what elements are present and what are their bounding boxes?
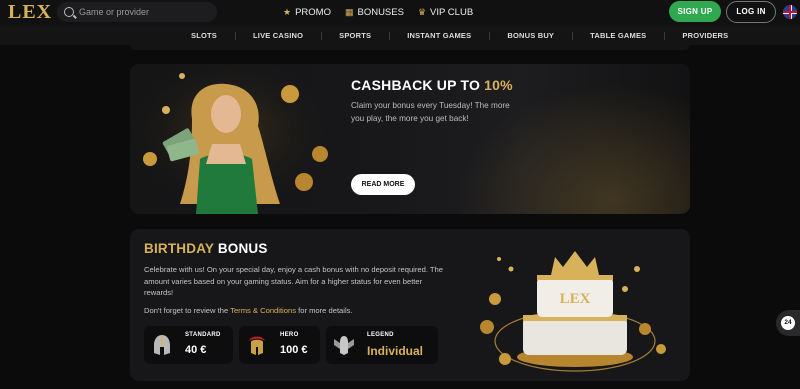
bonuses-label: BONUSES: [357, 6, 404, 18]
search-input[interactable]: Game or provider: [57, 2, 217, 22]
top-bar: LEX Game or provider ★ PROMO ▦ BONUSES ♛…: [0, 0, 800, 27]
cashback-percent: 10%: [484, 77, 513, 93]
birthday-bonus-card: BIRTHDAY BONUS Celebrate with us! On you…: [130, 229, 690, 381]
read-more-button[interactable]: READ MORE: [351, 174, 415, 195]
previous-promo-card: [130, 44, 690, 50]
cake-logo-text: LEX: [560, 291, 591, 307]
birthday-title: BIRTHDAY BONUS: [144, 241, 268, 256]
top-links: ★ PROMO ▦ BONUSES ♛ VIP CLUB: [283, 0, 473, 24]
category-nav: SLOTS LIVE CASINO SPORTS INSTANT GAMES B…: [0, 26, 800, 45]
tier-value: 40 €: [185, 344, 207, 356]
search-icon: [64, 7, 74, 17]
star-icon: ★: [283, 6, 292, 17]
cashback-title-text: CASHBACK UP TO: [351, 77, 485, 93]
birthday-description: Celebrate with us! On your special day, …: [144, 265, 443, 297]
tier-hero: HERO 100 €: [239, 326, 320, 364]
spartan-helmet-icon: [249, 336, 265, 355]
nav-item-providers[interactable]: PROVIDERS: [664, 31, 746, 40]
logo[interactable]: LEX: [8, 1, 52, 24]
birthday-title-rest: BONUS: [213, 241, 268, 256]
tier-name: LEGEND: [367, 332, 394, 338]
search-placeholder: Game or provider: [79, 7, 150, 17]
log-in-button[interactable]: LOG IN: [726, 1, 776, 23]
terms-note-prefix: Don't forget to review the: [144, 306, 231, 315]
nav-item-bonus-buy[interactable]: BONUS BUY: [489, 31, 572, 40]
promo-link[interactable]: ★ PROMO: [283, 7, 331, 18]
tier-value: Individual: [367, 344, 424, 358]
birthday-cake-illustration: LEX: [480, 251, 666, 372]
woman-with-money-illustration: [130, 64, 330, 214]
support-widget[interactable]: 24: [776, 310, 800, 336]
tier-standard: STANDARD 40 €: [144, 326, 233, 364]
cashback-description: Claim your bonus every Tuesday! The more…: [351, 101, 510, 123]
helmet-icon: [154, 335, 170, 355]
tier-legend: LEGEND Individual: [326, 326, 438, 364]
crown-icon: ♛: [417, 6, 427, 17]
terms-note-suffix: for more details.: [296, 306, 353, 315]
uk-flag-icon[interactable]: [783, 5, 797, 19]
tier-value: 100 €: [280, 344, 308, 356]
terms-note: Don't forget to review the Terms & Condi…: [144, 306, 353, 315]
tier-name: HERO: [280, 332, 299, 338]
bonuses-link[interactable]: ▦ BONUSES: [345, 7, 404, 18]
status-tiers: STANDARD 40 € HERO 100 € LEGEND Individu…: [144, 326, 438, 364]
nav-item-table-games[interactable]: TABLE GAMES: [572, 31, 664, 40]
terms-conditions-link[interactable]: Terms & Conditions: [230, 306, 296, 315]
gift-icon: ▦: [344, 6, 354, 17]
nav-item-slots[interactable]: SLOTS: [173, 31, 235, 40]
nav-item-sports[interactable]: SPORTS: [321, 31, 389, 40]
nav-item-instant-games[interactable]: INSTANT GAMES: [389, 31, 489, 40]
winged-knight-icon: [334, 336, 354, 355]
sign-up-button[interactable]: SIGN UP: [669, 1, 721, 22]
vip-club-link[interactable]: ♛ VIP CLUB: [418, 7, 473, 18]
tier-name: STANDARD: [185, 332, 221, 338]
birthday-title-highlight: BIRTHDAY: [144, 241, 214, 256]
nav-item-live-casino[interactable]: LIVE CASINO: [235, 31, 321, 40]
support-24-label: 24: [781, 316, 795, 330]
vip-club-label: VIP CLUB: [430, 6, 474, 18]
cashback-title: CASHBACK UP TO 10%: [351, 77, 513, 93]
promo-label: PROMO: [295, 6, 331, 18]
cashback-promo-card: CASHBACK UP TO 10% Claim your bonus ever…: [130, 64, 690, 214]
